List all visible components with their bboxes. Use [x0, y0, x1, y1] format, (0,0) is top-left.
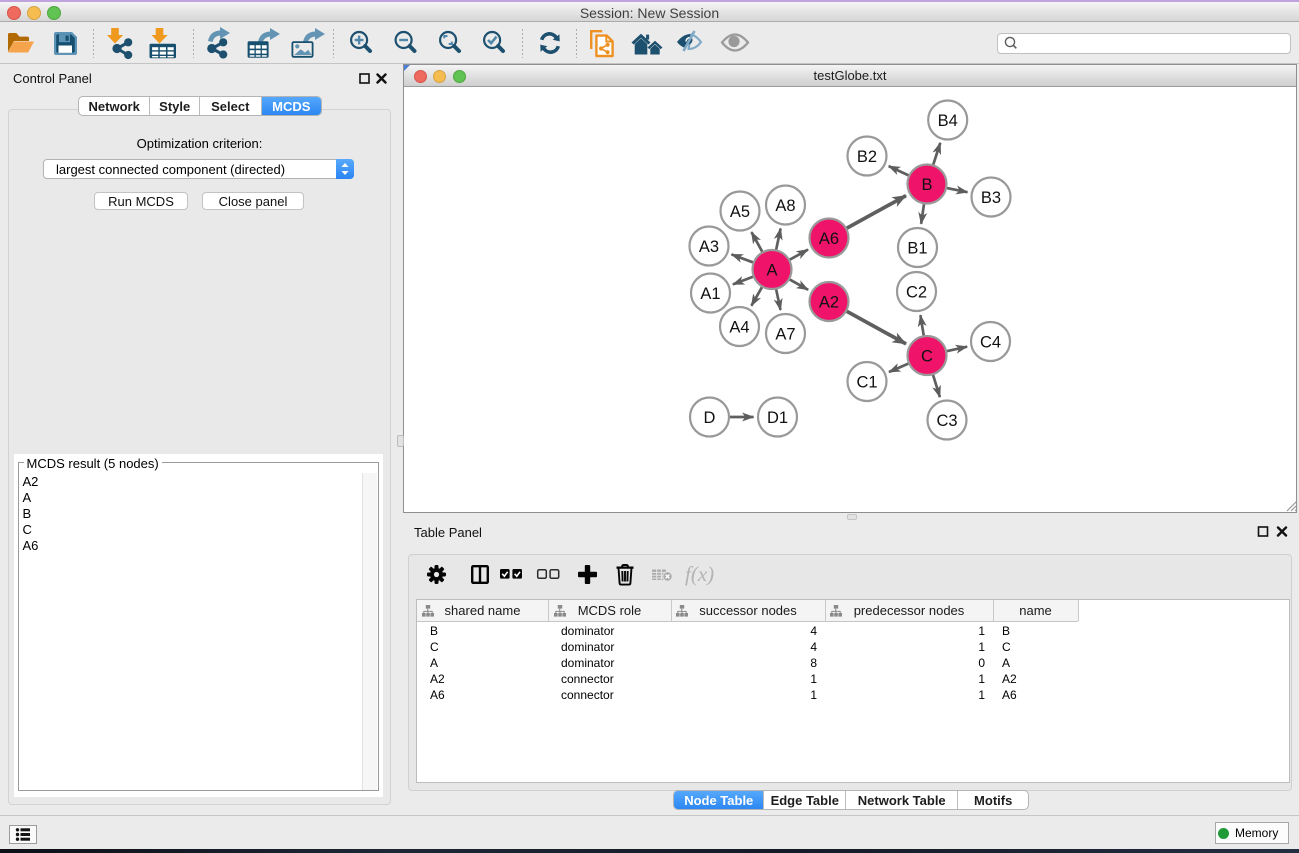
svg-text:f(x): f(x): [685, 562, 714, 586]
svg-text:C1: C1: [856, 373, 877, 391]
svg-text:B1: B1: [907, 239, 927, 257]
svg-text:C: C: [921, 347, 933, 365]
svg-text:B4: B4: [938, 112, 958, 130]
svg-text:A5: A5: [730, 203, 750, 221]
svg-text:A7: A7: [775, 325, 795, 343]
svg-text:A: A: [766, 261, 777, 279]
svg-text:C4: C4: [980, 333, 1001, 351]
svg-text:A3: A3: [699, 238, 719, 256]
svg-text:C2: C2: [906, 283, 927, 301]
svg-text:B: B: [921, 176, 932, 194]
svg-text:D: D: [704, 409, 716, 427]
svg-text:D1: D1: [767, 409, 788, 427]
svg-text:B3: B3: [981, 189, 1001, 207]
svg-text:A1: A1: [700, 285, 720, 303]
svg-text:A2: A2: [819, 293, 839, 311]
svg-text:A6: A6: [819, 230, 839, 248]
svg-text:A4: A4: [729, 318, 749, 336]
svg-text:A8: A8: [775, 197, 795, 215]
svg-text:B2: B2: [857, 148, 877, 166]
svg-text:C3: C3: [936, 412, 957, 430]
